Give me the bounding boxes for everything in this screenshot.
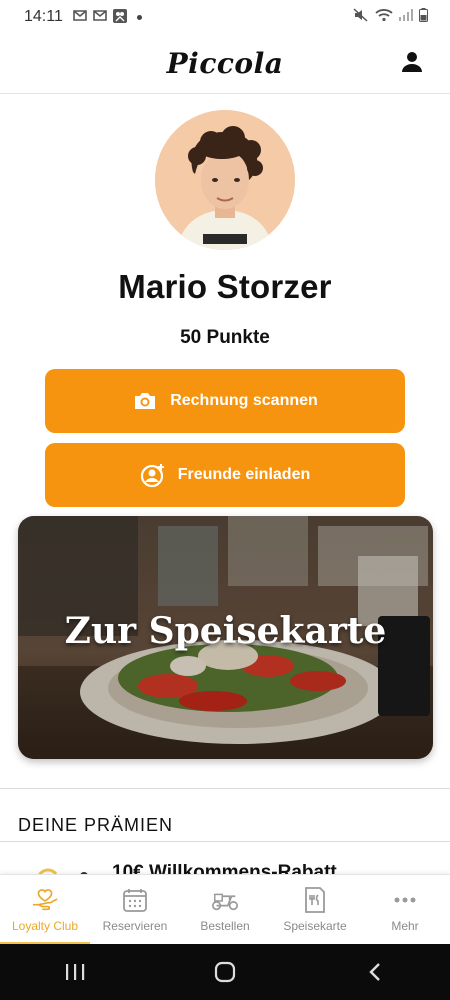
back-button[interactable] [355, 952, 395, 992]
scan-receipt-button[interactable]: Rechnung scannen [45, 369, 405, 433]
system-navigation-bar [0, 944, 450, 1000]
scooter-icon [211, 887, 239, 913]
points-balance: 50 Punkte [180, 327, 270, 348]
nav-item-label: Reservieren [102, 918, 168, 933]
more-dots-icon [391, 887, 419, 913]
user-icon [402, 52, 422, 72]
calendar-icon [121, 887, 149, 913]
recent-apps-icon [66, 964, 85, 980]
wifi-icon [375, 8, 393, 27]
app-header: Piccola [0, 34, 450, 94]
nav-item-bestellen[interactable]: Bestellen [180, 875, 270, 944]
status-bar: 14:11 [0, 0, 450, 34]
nav-item-label: Mehr [391, 918, 419, 933]
more-notifications-dot [136, 14, 142, 20]
nav-item-mehr[interactable]: Mehr [360, 875, 450, 944]
menu-card-banner[interactable]: Zur Speisekarte [18, 516, 433, 759]
nav-item-speisekarte[interactable]: Speisekarte [270, 875, 360, 944]
gmail-notification-icon [73, 10, 87, 24]
invite-friends-button[interactable]: Freunde einladen [45, 443, 405, 507]
recent-apps-button[interactable] [55, 952, 95, 992]
section-divider [0, 841, 450, 842]
app-notification-icon [112, 8, 127, 26]
back-icon [369, 963, 380, 981]
nav-item-label: Bestellen [200, 918, 250, 933]
status-time: 14:11 [24, 8, 63, 25]
menu-card-title: Zur Speisekarte [64, 610, 387, 652]
home-button[interactable] [205, 952, 245, 992]
avatar-photo [155, 110, 295, 250]
bottom-navigation: Loyalty Club Reservieren Bestellen Speis… [0, 874, 450, 944]
section-divider [0, 788, 450, 789]
scan-receipt-label: Rechnung scannen [170, 392, 318, 409]
profile-button[interactable] [400, 50, 424, 74]
home-icon [214, 961, 236, 983]
brand-logo: Piccola [166, 47, 284, 80]
gmail-notification-icon [93, 10, 107, 24]
nav-item-reservieren[interactable]: Reservieren [90, 875, 180, 944]
invite-friend-icon [140, 462, 166, 488]
avatar[interactable] [155, 110, 295, 250]
nav-item-label: Loyalty Club [11, 918, 79, 933]
menu-card-icon [301, 886, 329, 913]
hand-heart-icon [31, 887, 59, 913]
nav-item-label: Speisekarte [283, 918, 347, 933]
mute-icon [353, 7, 369, 27]
camera-icon [132, 388, 158, 414]
battery-icon [419, 7, 428, 27]
invite-friends-label: Freunde einladen [177, 466, 311, 483]
user-name: Mario Storzer [118, 268, 332, 305]
rewards-section-title: DEINE PRÄMIEN [18, 815, 174, 835]
nav-item-loyalty-club[interactable]: Loyalty Club [0, 875, 90, 944]
signal-icon [399, 8, 413, 26]
